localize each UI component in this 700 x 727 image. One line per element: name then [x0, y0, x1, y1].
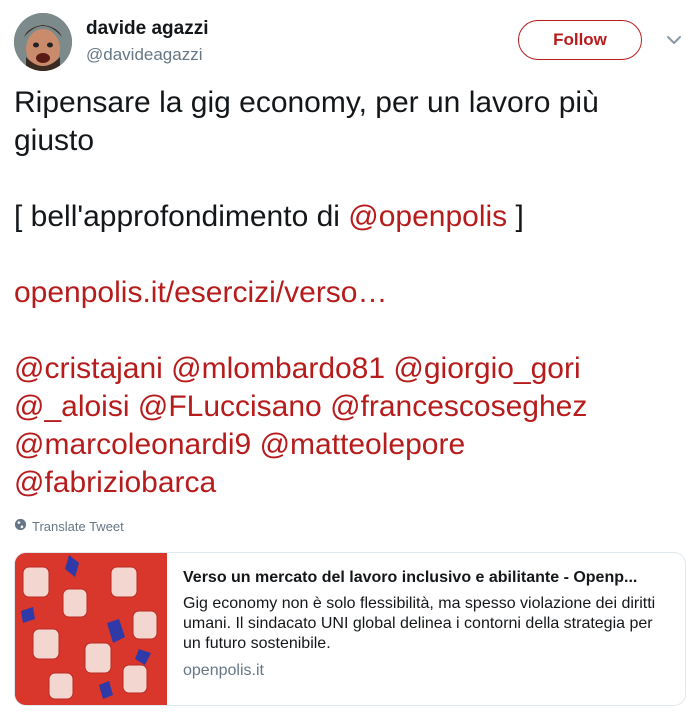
tweet-text: Ripensare la gig economy, per un lavoro … — [14, 84, 686, 502]
mentions-line: @cristajani @mlombardo81 @giorgio_gori — [14, 350, 686, 388]
card-title: Verso un mercato del lavoro inclusivo e … — [183, 569, 638, 586]
translate-tweet-button[interactable]: Translate Tweet — [14, 518, 124, 534]
user-name[interactable]: davide agazzi — [86, 18, 209, 40]
translate-label: Translate Tweet — [32, 518, 124, 534]
mention-link[interactable]: @mlombardo81 — [171, 352, 385, 385]
mention-link[interactable]: @marcoleonardi9 — [14, 428, 251, 461]
card-body: Verso un mercato del lavoro inclusivo e … — [167, 553, 685, 705]
article-link[interactable]: openpolis.it/esercizi/verso… — [14, 274, 686, 312]
tweet-text-fragment: [ bell'approfondimento di — [14, 200, 349, 233]
tweet-line: [ bell'approfondimento di @openpolis ] — [14, 198, 686, 236]
mention-link[interactable]: @fabriziobarca — [14, 466, 216, 499]
mentions-line: @marcoleonardi9 @matteolepore — [14, 426, 686, 464]
avatar[interactable] — [14, 13, 72, 71]
card-description: Gig economy non è solo flessibilità, ma … — [183, 595, 656, 652]
card-domain: openpolis.it — [183, 662, 264, 679]
mention-link[interactable]: @openpolis — [348, 200, 507, 233]
mention-link[interactable]: @giorgio_gori — [393, 352, 580, 385]
mention-link[interactable]: @matteolepore — [260, 428, 466, 461]
user-handle[interactable]: @davideagazzi — [86, 45, 203, 65]
chevron-down-icon[interactable] — [664, 30, 684, 50]
tweet-text-fragment: ] — [507, 200, 524, 233]
mentions-line: @_aloisi @FLuccisano @francescoseghez — [14, 388, 686, 426]
link-preview-card[interactable]: Verso un mercato del lavoro inclusivo e … — [14, 552, 686, 706]
card-thumbnail — [15, 553, 167, 705]
mention-link[interactable]: @cristajani — [14, 352, 163, 385]
mentions-line: @fabriziobarca — [14, 464, 686, 502]
mention-link[interactable]: @francescoseghez — [330, 390, 587, 423]
tweet-line: Ripensare la gig economy, per un lavoro … — [14, 86, 599, 157]
mention-link[interactable]: @_aloisi — [14, 390, 130, 423]
globe-icon — [14, 518, 27, 534]
mention-link[interactable]: @FLuccisano — [138, 390, 322, 423]
follow-button[interactable]: Follow — [518, 20, 642, 60]
